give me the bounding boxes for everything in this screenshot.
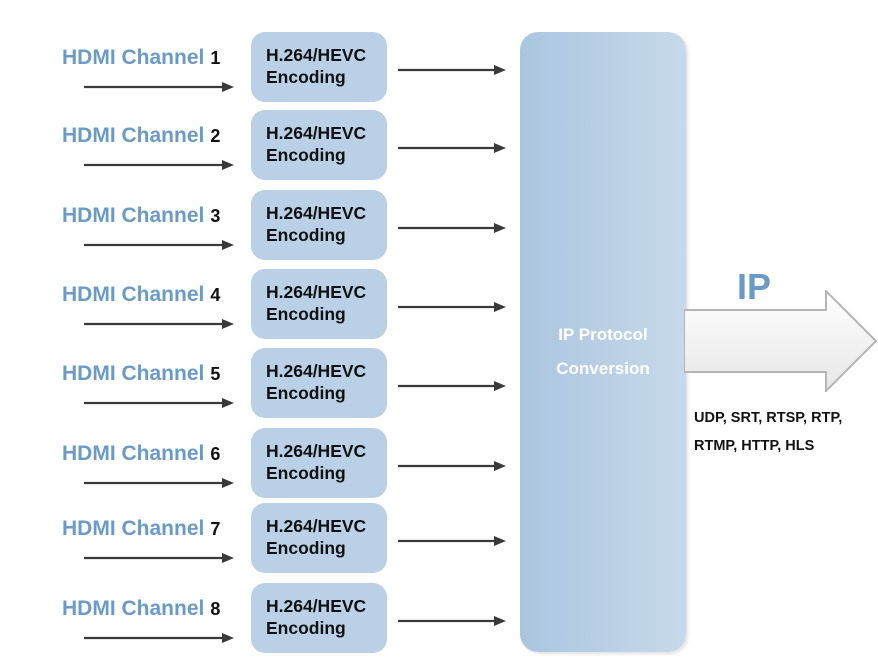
output-arrow-icon	[398, 63, 506, 75]
protocol-list: UDP, SRT, RTSP, RTP, RTMP, HTTP, HLS	[694, 404, 842, 460]
channel-number: 7	[210, 519, 221, 539]
converter-line2: Conversion	[556, 359, 650, 378]
encoder-codec: H.264/HEVC	[266, 441, 367, 461]
encoder-codec: H.264/HEVC	[266, 596, 367, 616]
ip-protocol-conversion-block: IP Protocol Conversion	[520, 32, 686, 652]
input-arrow-icon	[84, 80, 234, 92]
encoder-block: H.264/HEVC Encoding	[251, 583, 387, 653]
encoder-label: Encoding	[266, 538, 346, 558]
protocols-line1: UDP, SRT, RTSP, RTP,	[694, 410, 843, 426]
channel-number: 5	[210, 364, 221, 384]
channel-number: 6	[210, 444, 221, 464]
input-arrow-icon	[84, 158, 234, 170]
input-arrow-icon	[84, 238, 234, 250]
encoder-label: Encoding	[266, 145, 346, 165]
channel-row: HDMI Channel 1 H.264/HEVC Encoding	[0, 32, 520, 118]
encoder-codec: H.264/HEVC	[266, 361, 367, 381]
channel-row: HDMI Channel 5 H.264/HEVC Encoding	[0, 348, 520, 434]
channel-row: HDMI Channel 3 H.264/HEVC Encoding	[0, 190, 520, 276]
encoder-block: H.264/HEVC Encoding	[251, 190, 387, 260]
encoder-label: Encoding	[266, 618, 346, 638]
channel-number: 4	[210, 285, 221, 305]
channel-number: 1	[210, 48, 221, 68]
channel-label: HDMI Channel 3	[62, 204, 220, 228]
channel-label-text: HDMI Channel	[62, 46, 205, 69]
encoder-block: H.264/HEVC Encoding	[251, 348, 387, 418]
encoder-label: Encoding	[266, 67, 346, 87]
channel-row: HDMI Channel 4 H.264/HEVC Encoding	[0, 269, 520, 355]
output-arrow-icon	[398, 141, 506, 153]
channel-label-text: HDMI Channel	[62, 517, 205, 540]
channel-label-text: HDMI Channel	[62, 442, 205, 465]
channel-label-text: HDMI Channel	[62, 124, 205, 147]
channel-label: HDMI Channel 4	[62, 283, 220, 307]
ip-output-arrow-icon	[684, 290, 878, 392]
channel-label: HDMI Channel 5	[62, 362, 220, 386]
channel-label: HDMI Channel 6	[62, 442, 220, 466]
ip-output-title: IP	[737, 266, 772, 307]
channel-label-text: HDMI Channel	[62, 597, 205, 620]
channel-row: HDMI Channel 8 H.264/HEVC Encoding	[0, 583, 520, 669]
encoder-codec: H.264/HEVC	[266, 282, 367, 302]
output-arrow-icon	[398, 221, 506, 233]
encoder-codec: H.264/HEVC	[266, 45, 367, 65]
channel-label: HDMI Channel 8	[62, 597, 220, 621]
encoder-block: H.264/HEVC Encoding	[251, 428, 387, 498]
output-arrow-icon	[398, 459, 506, 471]
protocols-line2: RTMP, HTTP, HLS	[694, 438, 815, 454]
channel-label: HDMI Channel 2	[62, 124, 220, 148]
encoder-label: Encoding	[266, 225, 346, 245]
encoder-block: H.264/HEVC Encoding	[251, 110, 387, 180]
output-arrow-icon	[398, 534, 506, 546]
encoder-label: Encoding	[266, 383, 346, 403]
encoder-label: Encoding	[266, 304, 346, 324]
input-arrow-icon	[84, 396, 234, 408]
channel-number: 2	[210, 126, 221, 146]
input-arrow-icon	[84, 551, 234, 563]
channel-label-text: HDMI Channel	[62, 362, 205, 385]
encoder-block: H.264/HEVC Encoding	[251, 269, 387, 339]
channel-label-text: HDMI Channel	[62, 283, 205, 306]
output-arrow-icon	[398, 614, 506, 626]
encoder-codec: H.264/HEVC	[266, 203, 367, 223]
encoder-codec: H.264/HEVC	[266, 516, 367, 536]
encoder-block: H.264/HEVC Encoding	[251, 32, 387, 102]
input-arrow-icon	[84, 317, 234, 329]
input-arrow-icon	[84, 631, 234, 643]
channel-label: HDMI Channel 1	[62, 46, 220, 70]
channel-row: HDMI Channel 7 H.264/HEVC Encoding	[0, 503, 520, 589]
output-arrow-icon	[398, 379, 506, 391]
channel-label: HDMI Channel 7	[62, 517, 220, 541]
encoder-block: H.264/HEVC Encoding	[251, 503, 387, 573]
encoder-label: Encoding	[266, 463, 346, 483]
output-arrow-icon	[398, 300, 506, 312]
input-arrow-icon	[84, 476, 234, 488]
channel-number: 3	[210, 206, 221, 226]
encoder-codec: H.264/HEVC	[266, 123, 367, 143]
channel-label-text: HDMI Channel	[62, 204, 205, 227]
channel-row: HDMI Channel 2 H.264/HEVC Encoding	[0, 110, 520, 196]
channel-number: 8	[210, 599, 221, 619]
ip-protocol-conversion-label: IP Protocol Conversion	[520, 318, 686, 386]
converter-line1: IP Protocol	[558, 325, 648, 344]
